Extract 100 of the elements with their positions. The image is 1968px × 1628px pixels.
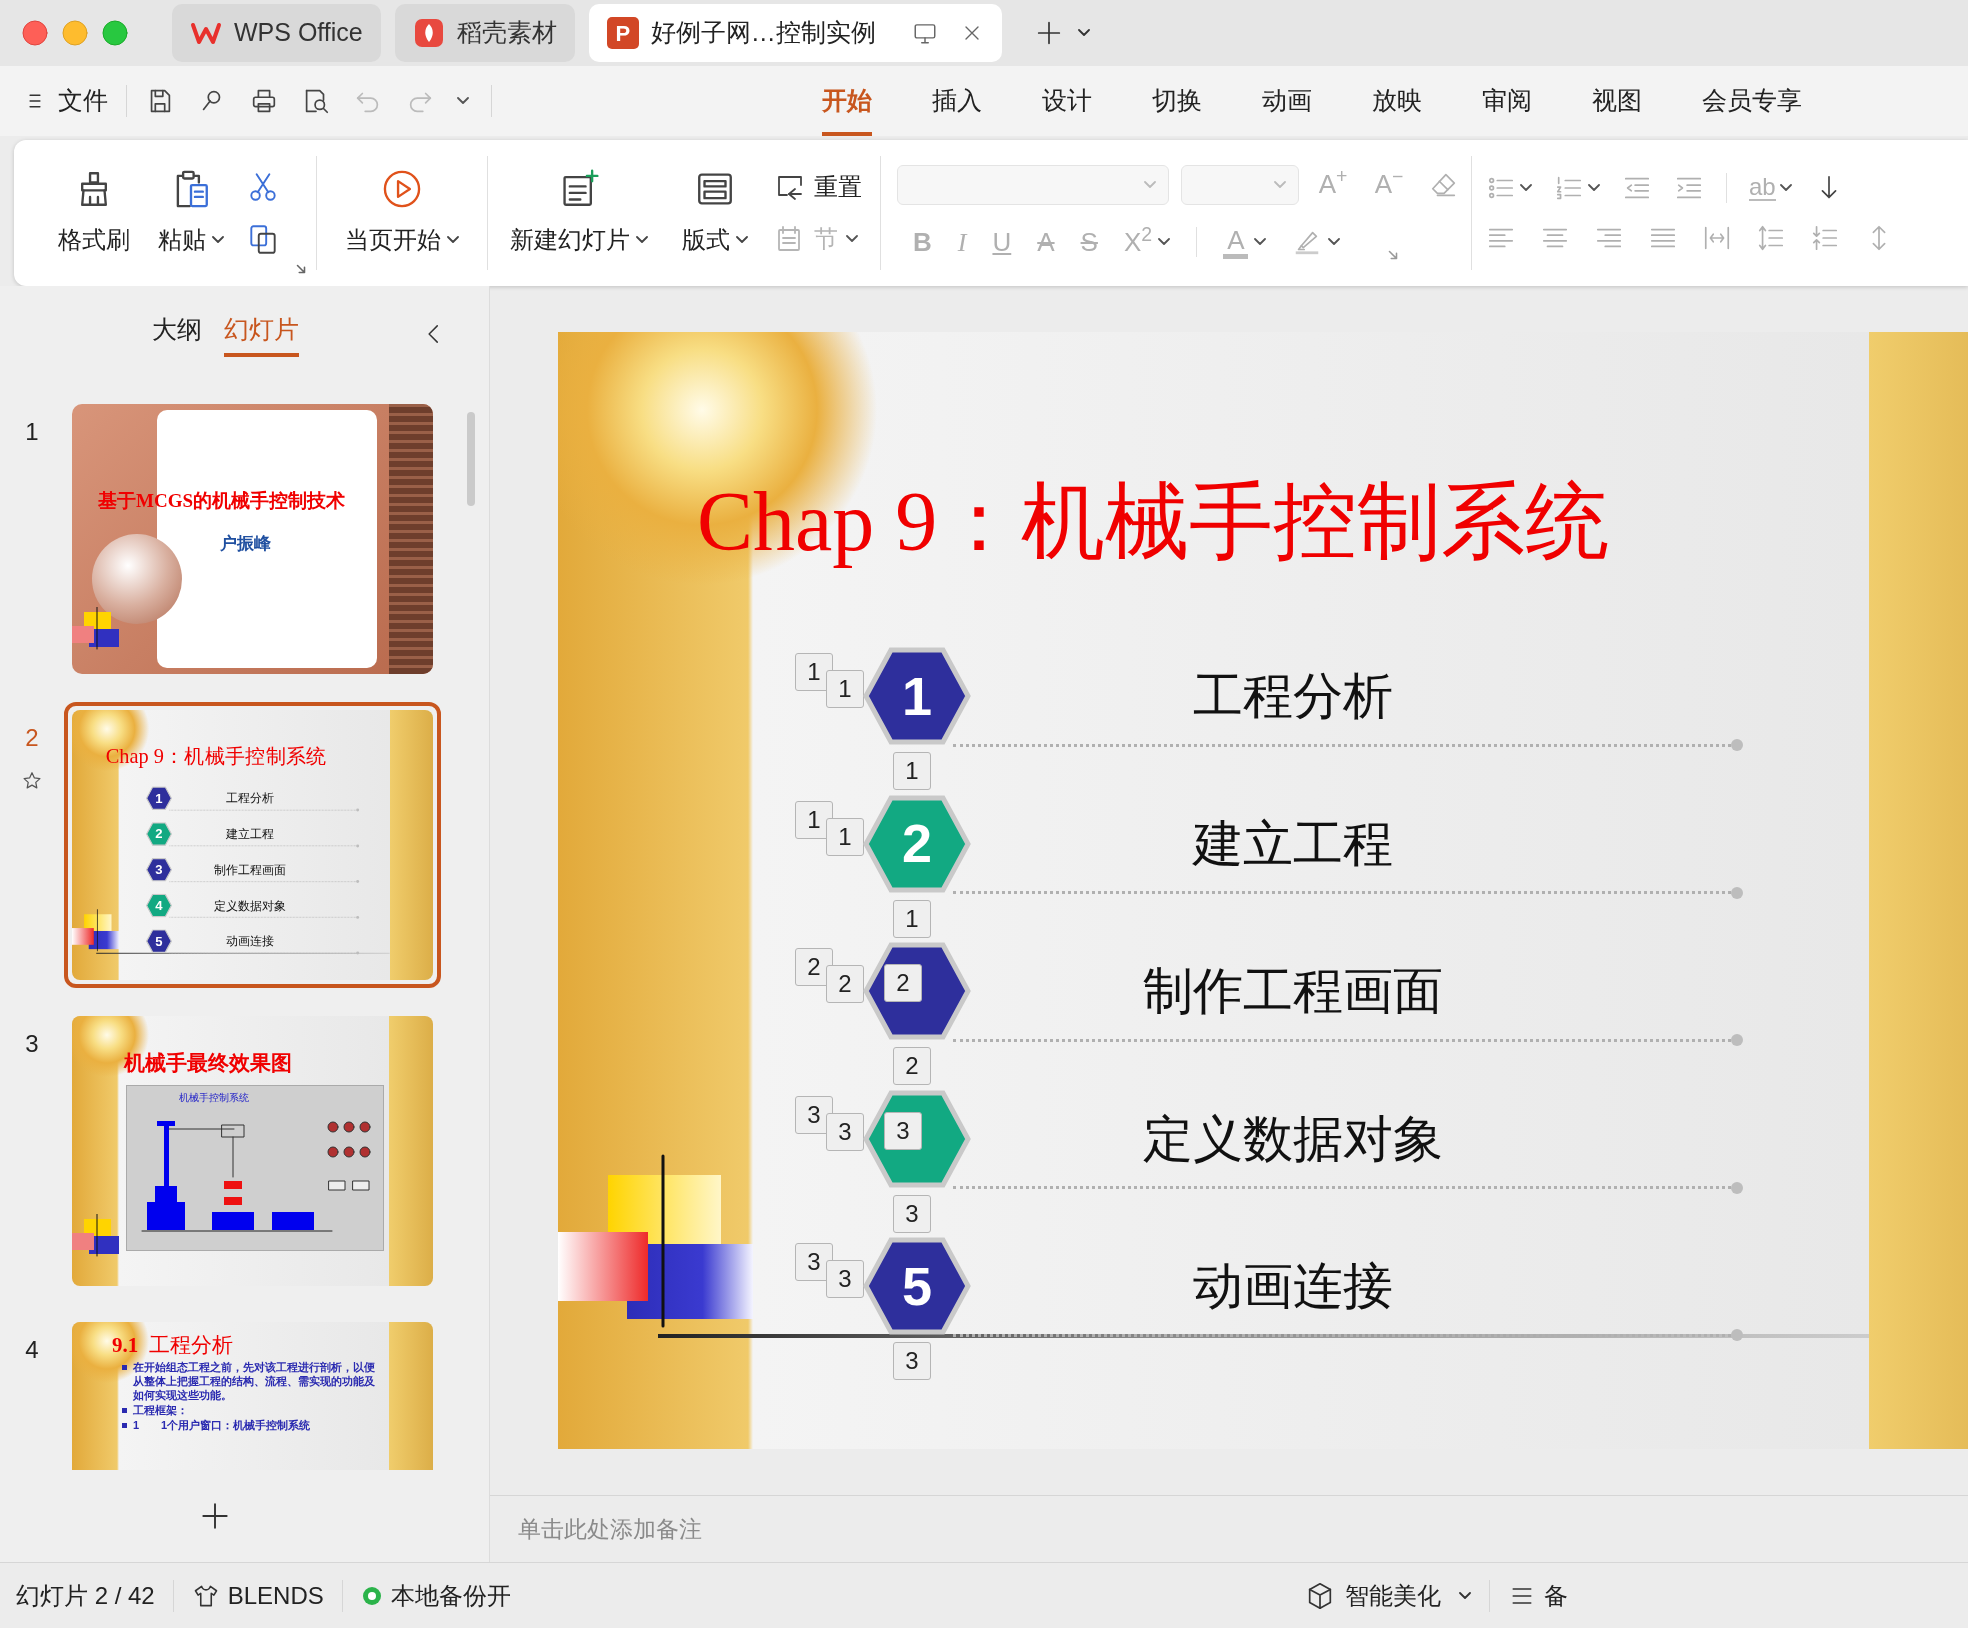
picture-title: 机械手控制系统 xyxy=(179,1091,249,1105)
corner-decoration-drawing xyxy=(72,1214,120,1258)
panel-tab[interactable]: 大纲 xyxy=(152,311,202,357)
caret-icon xyxy=(1459,1591,1471,1600)
slide-title: Chap 9：机械手控制系统 xyxy=(105,745,327,767)
new-slide-button[interactable]: 新建幻灯片 xyxy=(496,168,662,258)
slide-number: 2 xyxy=(25,723,39,753)
zoom-window-icon[interactable] xyxy=(102,20,128,46)
animation-marker: 3 xyxy=(893,1194,931,1233)
animation-marker: 1 xyxy=(893,752,931,790)
caret-icon xyxy=(1588,184,1600,192)
caret-icon xyxy=(636,236,648,244)
paragraph-spacing-icon[interactable] xyxy=(1810,223,1840,253)
bullet-text: 1 1个用户窗口：机械手控制系统 xyxy=(133,1418,311,1432)
bullet-text: 在开始组态工程之前，先对该工程进行剖析，以便从整体上把握工程的结构、流程、需实现的功能及如何实现这些功能。 xyxy=(133,1360,376,1402)
animation-marker: 2 xyxy=(826,965,864,1003)
caret-icon xyxy=(1779,184,1792,192)
ribbon-tab[interactable]: 审阅 xyxy=(1482,66,1532,136)
corner-decoration-drawing xyxy=(72,607,120,651)
slide-title: 9.1 工程分析 xyxy=(112,1332,233,1359)
hexagon-badge: 1 xyxy=(145,786,173,811)
hexagon-badge: 3 xyxy=(145,857,173,882)
status-dot-icon xyxy=(360,1584,383,1607)
file-type-badge: P xyxy=(606,17,639,49)
slide-title: 机械手最终效果图 xyxy=(124,1050,292,1077)
caret-icon xyxy=(1328,238,1341,246)
start-current-button[interactable]: 当页开始 xyxy=(331,168,473,258)
backup-button[interactable]: 本地备份开 xyxy=(360,1577,511,1614)
theme-button[interactable]: BLENDS xyxy=(191,1577,324,1614)
line-spacing-icon[interactable] xyxy=(1756,223,1786,253)
leaf-logo-icon xyxy=(412,17,445,49)
reset-button[interactable]: 重置 xyxy=(774,169,862,205)
expand-arrow-icon[interactable] xyxy=(294,262,308,276)
caret-icon xyxy=(1158,238,1171,246)
item-label: 定义数据对象 xyxy=(1142,1109,1444,1169)
slide-preview[interactable]: 机械手最终效果图 机械手控制系统 xyxy=(72,1016,433,1286)
ribbon-tab[interactable]: 视图 xyxy=(1592,66,1642,136)
paste-button[interactable]: 粘贴 xyxy=(144,168,238,258)
hexagon-badge: 2 xyxy=(863,794,971,893)
ribbon-tab[interactable]: 动画 xyxy=(1262,66,1312,136)
caret-icon xyxy=(1144,180,1156,189)
slide-number: 1 xyxy=(25,417,39,447)
bullet-square-icon xyxy=(122,1365,127,1370)
hexagon-badge: 5 xyxy=(863,1237,971,1335)
caret-icon[interactable] xyxy=(457,97,469,105)
ribbon-tab[interactable]: 开始 xyxy=(822,66,872,136)
ribbon-tab[interactable]: 切换 xyxy=(1152,66,1202,136)
animation-marker: 3 xyxy=(795,1095,833,1134)
ribbon-tab[interactable]: 会员专享 xyxy=(1702,66,1802,136)
animation-marker: 3 xyxy=(826,1112,864,1151)
hexagon-badge: 4 xyxy=(145,893,173,918)
notes-button[interactable]: 备 xyxy=(1508,1577,1568,1614)
item-label: 制作工程画面 xyxy=(1142,962,1444,1021)
item-label: 动画连接 xyxy=(224,933,276,949)
caret-icon xyxy=(1520,184,1532,192)
caret-icon xyxy=(846,235,858,243)
caret-icon xyxy=(736,236,748,244)
slide-preview[interactable]: Chap 9：机械手控制系统 1 工程分析 2 建立工程 3 制作工程画面 4 定义数据对象 5 动画连接 xyxy=(72,710,433,980)
slide-preview[interactable]: 9.1 工程分析 在开始组态工程之前，先对该工程进行剖析，以便从整体上把握工程的结构、流程、需实现的功能及如何实现这些功能。 工程框架： 1 1个用户窗口：机械手控制系统 xyxy=(72,1322,433,1470)
slide-number: 3 xyxy=(25,1029,39,1059)
document-tab[interactable]: 稻壳素材 xyxy=(394,4,575,62)
caret-icon[interactable] xyxy=(1077,29,1090,37)
animation-marker: 1 xyxy=(826,817,864,856)
file-menu[interactable]: 文件 xyxy=(22,82,108,120)
beautify-button[interactable]: 智能美化 xyxy=(1305,1577,1471,1614)
animation-marker: 3 xyxy=(884,1111,922,1150)
panel-tab[interactable]: 幻灯片 xyxy=(224,311,299,357)
animation-marker: 2 xyxy=(893,1047,931,1085)
bullet-text: 工程框架： xyxy=(133,1403,188,1417)
animation-marker: 1 xyxy=(893,899,931,938)
item-label: 工程分析 xyxy=(1192,667,1394,726)
format-painter-button[interactable]: 格式刷 xyxy=(44,168,144,258)
animation-marker: 1 xyxy=(826,670,864,708)
scrollbar-thumb[interactable] xyxy=(467,412,475,506)
ribbon-tab[interactable]: 放映 xyxy=(1372,66,1422,136)
caret-icon xyxy=(1274,180,1286,189)
layout-button[interactable]: 版式 xyxy=(668,168,762,258)
caret-icon xyxy=(447,236,459,244)
bullet-square-icon xyxy=(122,1423,127,1428)
item-label: 建立工程 xyxy=(224,826,276,842)
caret-icon xyxy=(212,236,224,244)
item-label: 动画连接 xyxy=(1192,1257,1394,1316)
caret-icon xyxy=(1254,238,1267,246)
slide-counter: 幻灯片 2 / 42 xyxy=(16,1580,155,1611)
slide-subtitle: 户振峰 xyxy=(218,533,272,555)
animation-marker: 3 xyxy=(826,1260,864,1298)
play-icon xyxy=(381,168,423,210)
hexagon-badge: 2 xyxy=(145,822,173,846)
hexagon-badge: 5 xyxy=(145,929,173,954)
item-label: 制作工程画面 xyxy=(212,862,288,877)
item-label: 定义数据对象 xyxy=(212,898,288,913)
document-tab[interactable]: P 好例子网…控制实例 xyxy=(588,4,1002,62)
bullet-square-icon xyxy=(122,1408,127,1413)
animation-marker: 3 xyxy=(893,1342,931,1380)
document-tab[interactable]: WPS Office xyxy=(172,4,381,62)
minimize-window-icon[interactable] xyxy=(62,20,88,46)
item-label: 工程分析 xyxy=(224,790,276,806)
close-window-icon[interactable] xyxy=(22,20,48,46)
ribbon-tab[interactable]: 插入 xyxy=(932,66,982,136)
ribbon-tab[interactable]: 设计 xyxy=(1042,66,1092,136)
